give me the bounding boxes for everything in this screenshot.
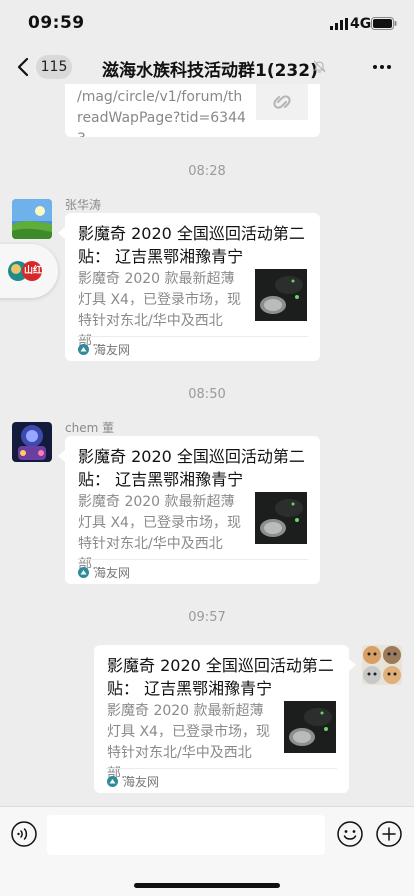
unread-count-badge[interactable]: 115 — [36, 55, 72, 79]
timestamp: 08:28 — [188, 164, 226, 179]
more-options-icon[interactable] — [370, 57, 394, 77]
avatar[interactable] — [12, 199, 52, 239]
card-thumbnail — [255, 492, 307, 544]
battery-icon — [371, 17, 397, 30]
shared-article-card[interactable]: 影魔奇 2020 全国巡回活动第二贴： 辽吉黑鄂湘豫青宁 影魔奇 2020 款最… — [65, 213, 320, 361]
link-chain-icon — [273, 95, 291, 109]
source-app-icon — [107, 776, 118, 787]
sender-name: chem 董 — [65, 421, 115, 435]
source-app-name: 海友网 — [123, 775, 160, 789]
input-bar — [0, 806, 414, 896]
widget-badge-text: 山红 — [24, 266, 43, 276]
source-app-icon — [78, 567, 89, 578]
back-icon[interactable] — [14, 56, 34, 78]
card-divider — [77, 559, 308, 560]
status-time: 09:59 — [28, 13, 85, 33]
source-app-name: 海友网 — [94, 566, 131, 580]
timestamp: 08:50 — [188, 387, 226, 402]
card-title: 影魔奇 2020 全国巡回活动第二贴： 辽吉黑鄂湘豫青宁 — [107, 656, 334, 698]
bubble-tail — [349, 659, 356, 671]
source-app-icon — [78, 344, 89, 355]
emoji-icon[interactable] — [337, 821, 363, 847]
status-bar: 09:59 4G — [0, 0, 414, 44]
card-thumbnail — [284, 701, 336, 753]
message-input[interactable] — [47, 815, 325, 855]
link-message-bubble[interactable]: /mag/circle/v1/forum/threadWapPage?tid=6… — [65, 84, 320, 137]
add-more-icon[interactable] — [376, 821, 402, 847]
card-thumbnail — [255, 269, 307, 321]
avatar[interactable] — [362, 645, 402, 685]
voice-input-icon[interactable] — [11, 821, 37, 847]
card-title: 影魔奇 2020 全国巡回活动第二贴： 辽吉黑鄂湘豫青宁 — [78, 447, 305, 489]
avatar[interactable] — [12, 422, 52, 462]
card-divider — [106, 768, 337, 769]
home-indicator[interactable] — [134, 883, 280, 888]
chat-screen: 09:59 4G 115 滋海水族科技活动群1(232) /mag/circle… — [0, 0, 414, 896]
bubble-tail — [58, 450, 65, 462]
source-app-name: 海友网 — [94, 343, 131, 357]
floating-mini-program-widget[interactable]: 山红 — [0, 244, 58, 298]
bubble-tail — [58, 227, 65, 239]
timestamp: 09:57 — [188, 610, 226, 625]
shared-article-card[interactable]: 影魔奇 2020 全国巡回活动第二贴： 辽吉黑鄂湘豫青宁 影魔奇 2020 款最… — [94, 645, 349, 793]
sender-name: 张华涛 — [65, 198, 102, 212]
chat-title: 滋海水族科技活动群1(232) — [102, 61, 318, 81]
shared-article-card[interactable]: 影魔奇 2020 全国巡回活动第二贴： 辽吉黑鄂湘豫青宁 影魔奇 2020 款最… — [65, 436, 320, 584]
card-divider — [77, 336, 308, 337]
card-title: 影魔奇 2020 全国巡回活动第二贴： 辽吉黑鄂湘豫青宁 — [78, 224, 305, 266]
signal-icon — [330, 18, 348, 30]
link-url-text: /mag/circle/v1/forum/threadWapPage?tid=6… — [77, 89, 246, 137]
link-thumbnail — [256, 84, 308, 120]
mute-bell-icon — [312, 59, 327, 74]
network-label: 4G — [350, 16, 372, 32]
